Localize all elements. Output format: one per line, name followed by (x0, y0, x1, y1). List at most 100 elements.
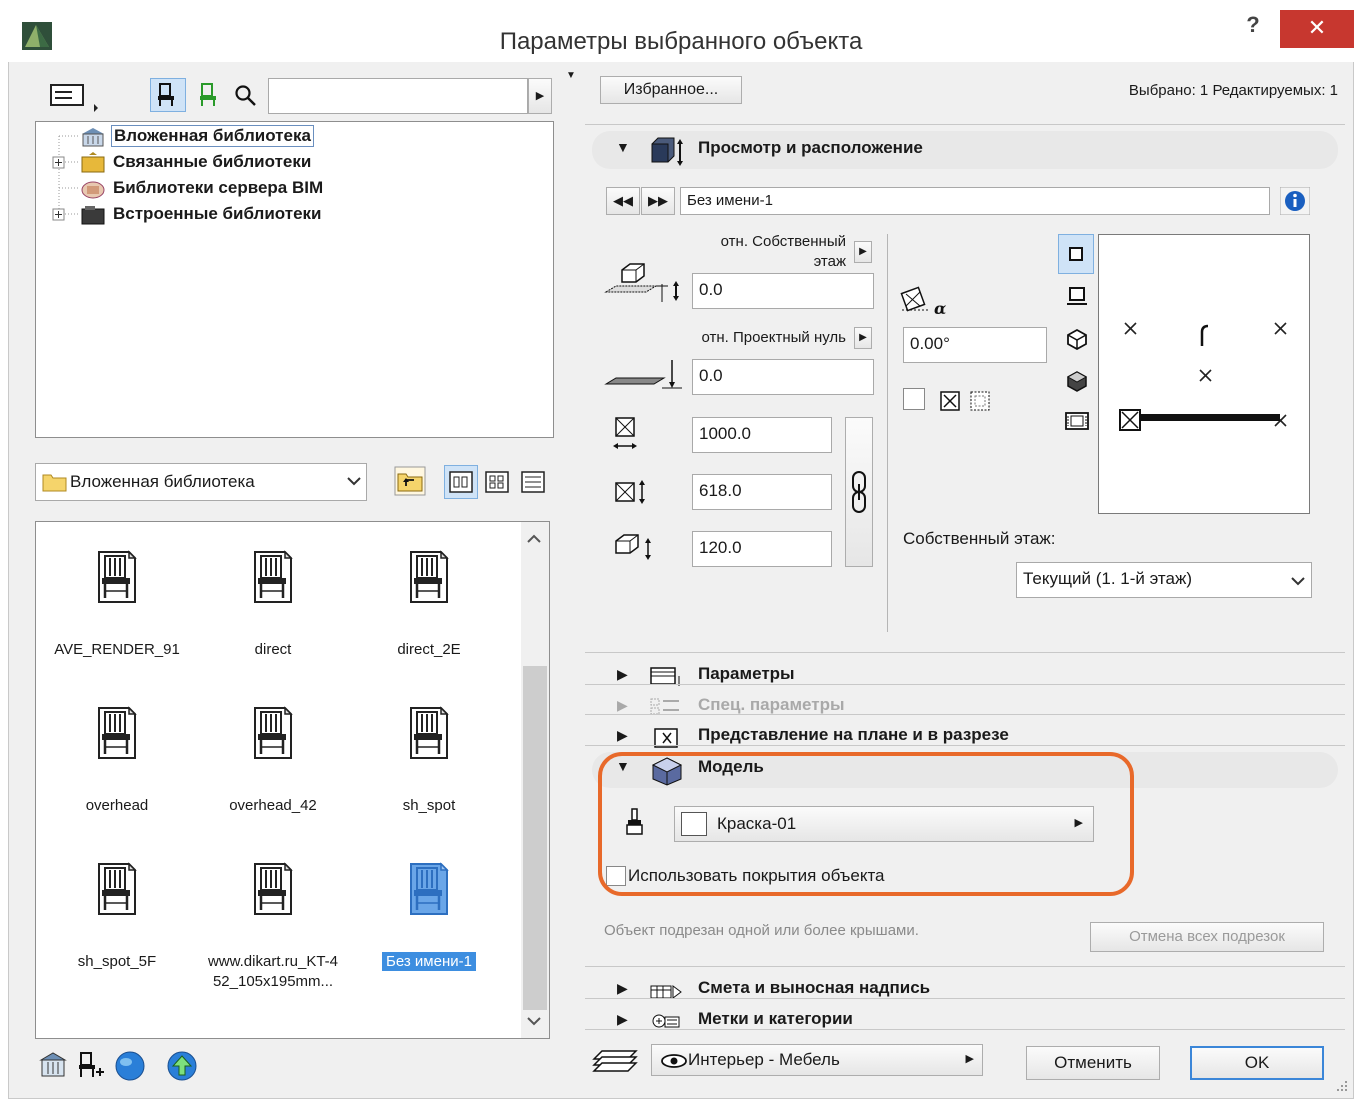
depth-icon (615, 480, 645, 504)
bimcomponents-icon[interactable] (166, 1050, 198, 1082)
chair-object-icon (410, 862, 449, 915)
next-object-button[interactable]: ▶▶ (641, 187, 675, 215)
height-input[interactable]: 120.0 (692, 531, 832, 567)
chair-object-icon (410, 550, 449, 603)
elevation-view-icon[interactable] (1066, 286, 1088, 308)
elevation-zero-input[interactable]: 0.0 (692, 359, 874, 395)
film-icon[interactable] (1064, 410, 1090, 432)
search-arrow-button[interactable]: ▶ (528, 78, 552, 114)
elevation-story-input[interactable]: 0.0 (692, 273, 874, 309)
library-item-name: Без имени-1 (382, 952, 476, 971)
previous-object-button[interactable]: ◀◀ (606, 187, 640, 215)
library-item-name: www.dikart.ru_KT-4 (207, 953, 339, 970)
object-name-field[interactable]: Без имени-1 (680, 187, 1270, 215)
view-mode-icon[interactable] (50, 82, 102, 112)
library-item[interactable]: overhead_42 (198, 704, 348, 816)
depth-input[interactable]: 618.0 (692, 474, 832, 510)
library-item-name: sh_spot (402, 797, 456, 814)
search-icon[interactable] (234, 84, 258, 108)
folder-up-icon[interactable] (394, 466, 426, 496)
favorites-button[interactable]: Избранное... (600, 76, 742, 104)
preview-drawing (1119, 322, 1287, 431)
width-icon (613, 417, 637, 449)
library-item-name: direct_2E (397, 641, 461, 658)
library-item[interactable]: sh_spot_5F (42, 860, 192, 972)
resize-grip-icon[interactable] (1334, 1078, 1350, 1094)
collapsed-triangle-icon: ▶ (617, 1011, 628, 1027)
rel-story-arrow[interactable]: ▶ (854, 241, 872, 263)
library-item-label: direct_2E (354, 640, 504, 660)
tree-item-embedded[interactable]: Вложенная библиотека (111, 125, 314, 147)
section-estimate[interactable]: ▶ Смета и выносная надпись (585, 974, 1345, 1004)
small-icons-icon[interactable] (485, 471, 509, 493)
add-object-icon[interactable] (76, 1050, 106, 1080)
search-input[interactable] (268, 78, 528, 114)
tree-item-bim-server[interactable]: Библиотеки сервера BIM (113, 178, 323, 198)
globe-icon[interactable] (114, 1050, 146, 1082)
green-chair-icon[interactable] (198, 82, 222, 108)
library-item-name: overhead (85, 797, 149, 814)
3d-wire-icon[interactable] (1066, 328, 1088, 350)
square-icon (1069, 247, 1083, 261)
view-section-title[interactable]: Просмотр и расположение (698, 138, 923, 158)
section-special: ▶ Спец. параметры (585, 691, 1345, 721)
section-special-label: Спец. параметры (698, 695, 845, 714)
home-story-label: Собственный этаж: (903, 529, 1056, 548)
layer-select[interactable]: Интерьер - Мебель ▶ (651, 1044, 983, 1076)
rel-zero-arrow[interactable]: ▶ (854, 327, 872, 349)
library-item-label: Без имени-1 (354, 952, 504, 972)
chair-object-icon (254, 862, 293, 915)
library-item-name: AVE_RENDER_91 (54, 641, 180, 658)
library-item[interactable]: direct (198, 548, 348, 660)
chair-filter-icon[interactable] (156, 82, 180, 108)
section-plan-label: Представление на плане и в разрезе (698, 725, 1009, 744)
list-view-icon[interactable] (521, 471, 545, 493)
library-item[interactable]: AVE_RENDER_91 (42, 548, 192, 660)
library-item-label: direct (198, 640, 348, 660)
folder-select[interactable]: Вложенная библиотека (35, 463, 367, 501)
width-input[interactable]: 1000.0 (692, 417, 832, 453)
library-item[interactable]: www.dikart.ru_KT-4 52_105x195mm... (198, 860, 348, 992)
library-item[interactable]: direct_2E (354, 548, 504, 660)
scroll-down-icon[interactable] (526, 1015, 542, 1027)
home-story-select[interactable]: Текущий (1. 1-й этаж) (1016, 562, 1312, 598)
library-item[interactable]: sh_spot (354, 704, 504, 816)
section-tags[interactable]: ▶ Метки и категории (585, 1005, 1345, 1035)
section-params[interactable]: ▶ Параметры (585, 660, 1345, 690)
tree-item-linked[interactable]: Связанные библиотеки (113, 152, 311, 172)
library-item-label: sh_spot (354, 796, 504, 816)
chair-object-icon (410, 706, 449, 759)
section-plan[interactable]: ▶ Представление на плане и в разрезе (585, 721, 1345, 751)
chevron-down-icon (347, 477, 361, 486)
ok-button[interactable]: OK (1190, 1046, 1324, 1080)
rel-story-label-line1: отн. Собственный (720, 233, 846, 250)
scrollbar-thumb[interactable] (523, 666, 547, 1010)
library-item[interactable]: Без имени-1 (354, 860, 504, 972)
section-expanded-icon[interactable]: ▼ (616, 139, 630, 155)
layer-arrow-icon: ▶ (965, 1053, 974, 1065)
rel-zero-label: отн. Проектный нуль (701, 329, 846, 346)
height-icon (615, 534, 651, 560)
panel-collapse-icon[interactable]: ▼ (566, 70, 576, 81)
3d-solid-icon[interactable] (1066, 370, 1088, 392)
tree-item-builtin[interactable]: Встроенные библиотеки (113, 204, 322, 224)
scroll-up-icon[interactable] (526, 533, 542, 545)
library-manager-icon[interactable] (38, 1050, 68, 1080)
angle-input[interactable]: 0.00° (903, 327, 1047, 363)
trim-info-text: Объект подрезан одной или более крышами. (604, 922, 919, 939)
help-button[interactable]: ? (1228, 12, 1278, 46)
collapsed-triangle-icon: ▶ (617, 697, 628, 713)
cancel-button[interactable]: Отменить (1026, 1046, 1160, 1080)
cancel-trims-button[interactable]: Отмена всех подрезок (1090, 922, 1324, 952)
mirror-checkbox[interactable] (903, 388, 925, 410)
section-estimate-label: Смета и выносная надпись (698, 978, 931, 997)
embedded-library-icon (82, 128, 104, 147)
section-tags-label: Метки и категории (698, 1009, 853, 1028)
collapsed-triangle-icon: ▶ (617, 666, 628, 682)
layer-name: Интерьер - Мебель (688, 1050, 840, 1069)
library-item[interactable]: overhead (42, 704, 192, 816)
linked-library-icon (81, 152, 105, 173)
close-button[interactable]: ✕ (1280, 10, 1354, 48)
info-icon[interactable] (1280, 187, 1310, 215)
library-item-label: AVE_RENDER_91 (42, 640, 192, 660)
